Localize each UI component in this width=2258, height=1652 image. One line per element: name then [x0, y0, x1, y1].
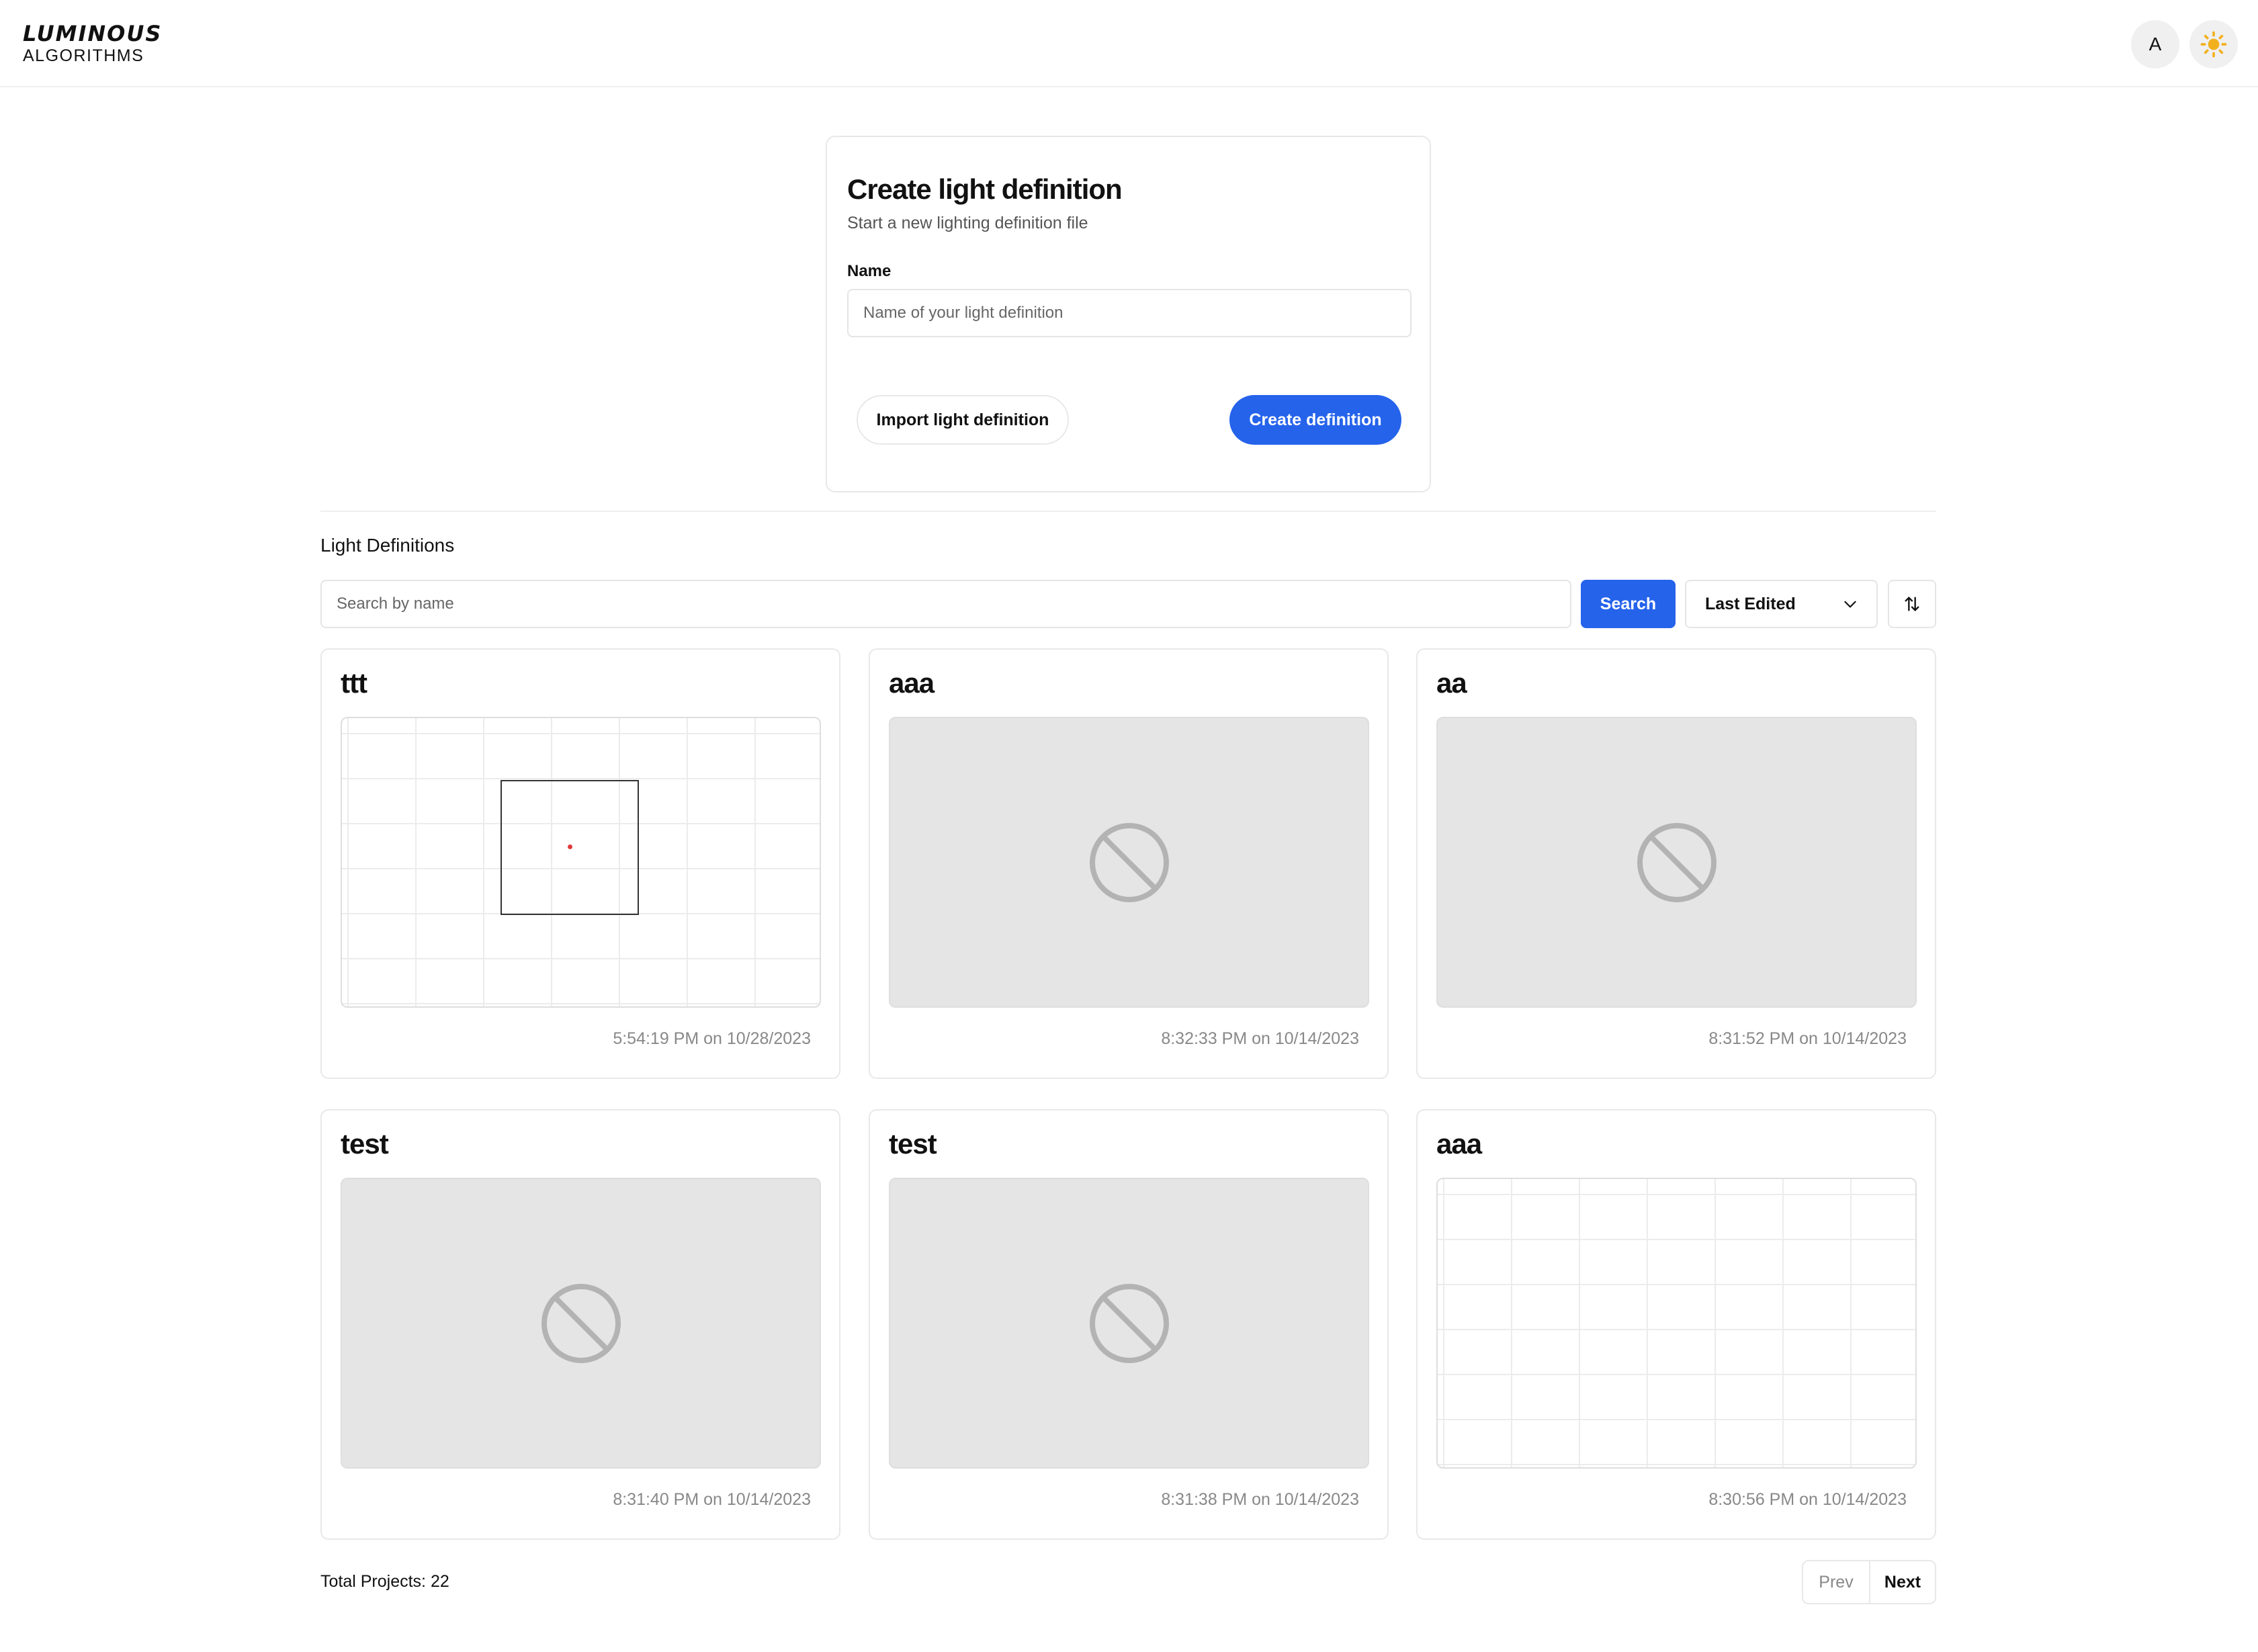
logo[interactable]: LUMINOUS ALGORITHMS — [23, 21, 162, 66]
create-card-title: Create light definition — [847, 173, 1123, 205]
definition-card[interactable]: aaa 8:30:56 PM on 10/14/2023 — [1416, 1109, 1936, 1540]
theme-toggle-button[interactable] — [2189, 20, 2238, 69]
card-preview — [341, 1178, 821, 1469]
card-preview — [1436, 1178, 1917, 1469]
avatar[interactable]: A — [2131, 20, 2179, 69]
card-date: 8:31:38 PM on 10/14/2023 — [1161, 1490, 1359, 1509]
definition-card[interactable]: ttt 5:54:19 PM on 10/28/2023 — [320, 648, 840, 1079]
name-label: Name — [847, 262, 892, 280]
create-definition-card: Create light definition Start a new ligh… — [826, 136, 1431, 492]
card-date: 8:31:52 PM on 10/14/2023 — [1708, 1029, 1907, 1048]
search-input[interactable] — [320, 580, 1571, 628]
preview-frame — [501, 780, 639, 915]
card-preview — [889, 717, 1369, 1008]
card-preview — [1436, 717, 1917, 1008]
definition-card[interactable]: test 8:31:38 PM on 10/14/2023 — [869, 1109, 1389, 1540]
total-projects: Total Projects: 22 — [320, 1572, 449, 1591]
search-button[interactable]: Search — [1581, 580, 1676, 628]
card-date: 5:54:19 PM on 10/28/2023 — [613, 1029, 811, 1048]
logo-wordmark-bottom: ALGORITHMS — [23, 46, 144, 65]
logo-wordmark-top: LUMINOUS — [23, 21, 163, 46]
card-preview — [889, 1178, 1369, 1469]
chevron-down-icon — [1844, 601, 1856, 608]
card-date: 8:32:33 PM on 10/14/2023 — [1161, 1029, 1359, 1048]
app-header: LUMINOUS ALGORITHMS A — [0, 0, 2258, 87]
name-input[interactable] — [847, 289, 1412, 337]
card-title: test — [889, 1128, 937, 1160]
sun-icon — [2200, 31, 2227, 58]
sort-select[interactable]: Last Edited — [1685, 580, 1878, 628]
sort-direction-button[interactable] — [1888, 580, 1936, 628]
card-preview — [341, 717, 821, 1008]
card-title: aaa — [1436, 1128, 1482, 1160]
card-title: ttt — [341, 667, 367, 699]
definition-card[interactable]: aa 8:31:52 PM on 10/14/2023 — [1416, 648, 1936, 1079]
pagination: Prev Next — [1802, 1560, 1936, 1604]
create-definition-button[interactable]: Create definition — [1229, 395, 1401, 445]
create-card-subtitle: Start a new lighting definition file — [847, 214, 1088, 232]
card-date: 8:30:56 PM on 10/14/2023 — [1708, 1490, 1907, 1509]
no-preview-icon — [1089, 822, 1169, 902]
preview-light-point — [568, 844, 572, 849]
section-divider — [320, 511, 1936, 512]
card-title: aa — [1436, 667, 1467, 699]
card-title: aaa — [889, 667, 935, 699]
card-date: 8:31:40 PM on 10/14/2023 — [613, 1490, 811, 1509]
next-page-button[interactable]: Next — [1870, 1561, 1935, 1603]
definitions-grid: ttt 5:54:19 PM on 10/28/2023 aaa 8:32:33… — [320, 648, 1936, 1542]
definition-card[interactable]: aaa 8:32:33 PM on 10/14/2023 — [869, 648, 1389, 1079]
no-preview-icon — [541, 1283, 621, 1363]
no-preview-icon — [1089, 1283, 1169, 1363]
arrows-up-down-icon — [1905, 597, 1919, 611]
prev-page-button[interactable]: Prev — [1803, 1561, 1870, 1603]
card-title: test — [341, 1128, 389, 1160]
sort-select-value: Last Edited — [1705, 594, 1796, 613]
no-preview-icon — [1637, 822, 1717, 902]
import-definition-button[interactable]: Import light definition — [857, 395, 1069, 445]
definition-card[interactable]: test 8:31:40 PM on 10/14/2023 — [320, 1109, 840, 1540]
section-title: Light Definitions — [320, 535, 455, 556]
